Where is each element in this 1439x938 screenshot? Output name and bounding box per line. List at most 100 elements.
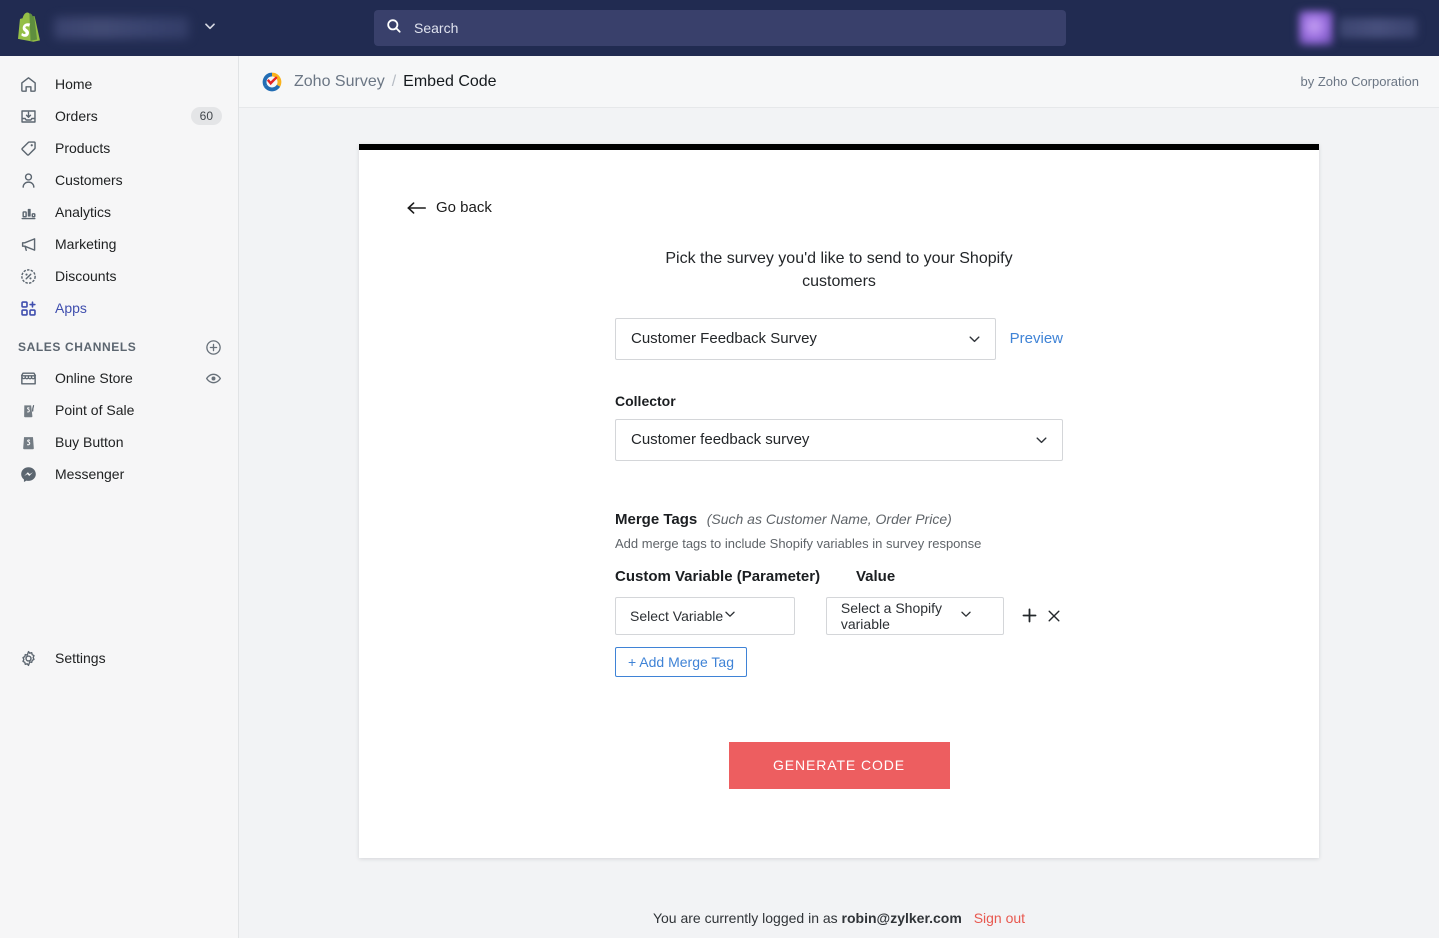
app-breadcrumb-header: Zoho Survey / Embed Code by Zoho Corpora… (239, 56, 1439, 108)
chevron-down-icon (723, 607, 737, 624)
sidebar-item-products[interactable]: Products (8, 132, 230, 164)
sidebar-item-point-of-sale[interactable]: Point of Sale (8, 394, 230, 426)
generate-code-row: GENERATE CODE (615, 741, 1063, 789)
sidebar-item-home[interactable]: Home (8, 68, 230, 100)
sidebar-item-label: Products (55, 140, 111, 156)
login-status-footer: You are currently logged in as robin@zyl… (239, 910, 1439, 926)
apps-grid-plus-icon (18, 298, 38, 318)
sidebar-item-label: Analytics (55, 204, 112, 220)
account-menu[interactable] (1299, 11, 1417, 45)
arrow-left-icon (407, 201, 427, 215)
sidebar-item-discounts[interactable]: Discounts (8, 260, 230, 292)
survey-select[interactable]: Customer Feedback Survey (615, 317, 996, 360)
merge-tags-title: Merge Tags (615, 510, 698, 528)
sidebar-item-orders[interactable]: Orders 60 (8, 100, 230, 132)
shopify-variable-value: Select a Shopify variable (840, 599, 943, 632)
merge-tags-subtitle: Add merge tags to include Shopify variab… (615, 535, 982, 551)
merge-tag-row: Select Variable Select a Shopify variabl… (615, 596, 1063, 635)
generate-code-button[interactable]: GENERATE CODE (728, 741, 950, 789)
chevron-down-icon (967, 331, 982, 346)
breadcrumb-separator: / (391, 72, 397, 90)
tag-icon (18, 138, 38, 158)
sidebar-item-label: Orders (55, 108, 98, 124)
sidebar-item-label: Marketing (55, 236, 117, 252)
global-topbar (0, 0, 1439, 56)
breadcrumb-app-name[interactable]: Zoho Survey (294, 73, 385, 91)
embed-code-form: Pick the survey you'd like to send to yo… (615, 220, 1063, 789)
go-back-button[interactable]: Go back (407, 199, 492, 216)
embed-code-card: Go back Pick the survey you'd like to se… (359, 144, 1319, 858)
collector-select[interactable]: Customer feedback survey (615, 418, 1063, 461)
page-title: Pick the survey you'd like to send to yo… (665, 249, 1013, 290)
sidebar-item-analytics[interactable]: Analytics (8, 196, 230, 228)
orders-inbox-icon (18, 106, 38, 126)
card-top-accent-bar (359, 144, 1319, 150)
chevron-down-icon (1034, 432, 1049, 447)
app-page-body: Go back Pick the survey you'd like to se… (239, 108, 1439, 938)
main-sidebar: Home Orders 60 Products Customers Analyt… (0, 56, 239, 938)
sidebar-item-label: Settings (55, 650, 106, 666)
shopify-bag-icon[interactable] (14, 12, 44, 44)
sales-channels-header: SALES CHANNELS (8, 332, 230, 362)
survey-select-row: Customer Feedback Survey Preview (615, 317, 1063, 360)
custom-variable-value: Select Variable (630, 607, 724, 624)
search-icon (386, 18, 402, 39)
sidebar-item-customers[interactable]: Customers (8, 164, 230, 196)
app-vendor-label: by Zoho Corporation (1300, 74, 1419, 89)
sales-channels-title: SALES CHANNELS (18, 340, 137, 354)
bar-chart-icon (18, 202, 38, 222)
column-header-value: Value (856, 567, 896, 585)
merge-tags-heading: Merge Tags (Such as Customer Name, Order… (615, 511, 1063, 529)
footer-email: robin@zylker.com (841, 910, 962, 926)
footer-text: You are currently logged in as (652, 910, 838, 926)
add-merge-tag-button[interactable]: + Add Merge Tag (615, 646, 747, 677)
account-name[interactable] (1339, 18, 1417, 38)
preview-link[interactable]: Preview (1010, 330, 1063, 347)
storefront-icon (18, 368, 38, 388)
pos-bag-icon (18, 400, 38, 420)
close-x-icon[interactable] (1045, 605, 1063, 627)
go-back-label: Go back (436, 199, 492, 216)
store-name[interactable] (54, 17, 189, 39)
sidebar-item-label: Buy Button (55, 434, 124, 450)
plus-circle-icon[interactable] (205, 339, 222, 356)
home-icon (18, 74, 38, 94)
sign-out-link[interactable]: Sign out (974, 910, 1025, 926)
chevron-down-icon[interactable] (203, 19, 217, 38)
shopify-variable-select[interactable]: Select a Shopify variable (825, 596, 1005, 635)
sidebar-item-marketing[interactable]: Marketing (8, 228, 230, 260)
breadcrumb-current-page: Embed Code (403, 72, 497, 90)
collector-label: Collector (615, 392, 676, 409)
column-header-variable: Custom Variable (Parameter) (615, 567, 821, 585)
sidebar-item-label: Customers (55, 172, 123, 188)
sidebar-item-label: Discounts (55, 268, 117, 284)
discount-percent-icon (18, 266, 38, 286)
sidebar-item-label: Home (55, 76, 93, 92)
merge-tags-column-headers: Custom Variable (Parameter) Value (615, 568, 1063, 585)
megaphone-icon (18, 234, 38, 254)
buy-button-bag-icon (18, 432, 38, 452)
plus-icon[interactable] (1020, 605, 1038, 627)
sidebar-item-messenger[interactable]: Messenger (8, 458, 230, 490)
eye-icon[interactable] (205, 370, 222, 387)
gear-icon (18, 648, 38, 668)
person-icon (18, 170, 38, 190)
chevron-down-icon (959, 607, 973, 624)
orders-count-badge: 60 (190, 107, 222, 125)
global-search[interactable] (374, 10, 1066, 46)
custom-variable-select[interactable]: Select Variable (615, 596, 795, 635)
collector-select-value: Customer feedback survey (631, 431, 810, 449)
search-input[interactable] (414, 20, 1014, 36)
sidebar-item-apps[interactable]: Apps (8, 292, 230, 324)
sidebar-item-settings[interactable]: Settings (8, 642, 230, 674)
sidebar-item-online-store[interactable]: Online Store (8, 362, 230, 394)
sidebar-item-label: Apps (55, 300, 87, 316)
sidebar-item-buy-button[interactable]: Buy Button (8, 426, 230, 458)
zoho-survey-logo-icon (261, 71, 283, 93)
sidebar-item-label: Point of Sale (55, 402, 135, 418)
merge-tags-hint: (Such as Customer Name, Order Price) (706, 510, 952, 527)
survey-select-value: Customer Feedback Survey (631, 330, 817, 348)
sidebar-item-label: Messenger (55, 466, 125, 482)
avatar[interactable] (1299, 11, 1333, 45)
messenger-icon (18, 464, 38, 484)
